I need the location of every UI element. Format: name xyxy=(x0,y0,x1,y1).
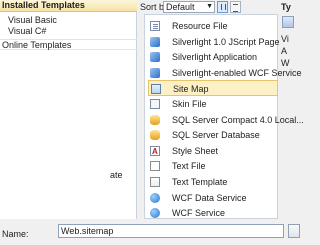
template-item-label: SQL Server Database xyxy=(172,130,260,141)
online-templates-header[interactable]: Online Templates xyxy=(0,39,137,50)
name-label: Name: xyxy=(2,229,29,239)
template-list: Resource File Silverlight 1.0 JScript Pag… xyxy=(144,14,304,221)
silverlight-icon xyxy=(150,67,160,78)
silverlight-icon xyxy=(150,36,160,47)
resource-file-icon xyxy=(150,21,160,31)
medium-icons-view-button[interactable] xyxy=(217,1,228,13)
name-input[interactable] xyxy=(58,224,284,238)
template-item[interactable]: Text File xyxy=(148,158,278,174)
template-item[interactable]: SQL Server Database xyxy=(148,127,278,143)
template-item-label: Resource File xyxy=(172,21,228,31)
database-icon xyxy=(150,130,160,141)
chevron-down-icon: ▼ xyxy=(206,3,213,10)
template-item[interactable]: Skin File xyxy=(148,96,278,112)
template-item[interactable]: Style Sheet xyxy=(148,143,278,160)
site-map-icon xyxy=(151,84,161,95)
template-item[interactable]: SQL Server Compact 4.0 Local... xyxy=(148,112,304,128)
template-preview-icon xyxy=(282,16,294,28)
toolbar: Sort by: Default ▼ xyxy=(138,0,300,14)
right-pane-text: A xyxy=(281,46,288,56)
template-item-label: Silverlight 1.0 JScript Page xyxy=(172,36,280,47)
template-item[interactable]: Text Template xyxy=(148,174,278,190)
wcf-icon xyxy=(150,192,160,203)
truncated-label: ate xyxy=(110,170,123,180)
right-pane-heading: Ty xyxy=(281,2,291,12)
template-item-label: SQL Server Compact 4.0 Local... xyxy=(172,114,304,125)
style-sheet-icon xyxy=(150,144,160,160)
template-item[interactable]: Site Map xyxy=(148,80,278,97)
tree-item-visual-csharp[interactable]: Visual C# xyxy=(8,26,46,37)
template-item[interactable]: WCF Data Service xyxy=(148,190,278,206)
template-item-label: Style Sheet xyxy=(172,145,219,156)
text-file-icon xyxy=(150,161,160,172)
template-item-label: WCF Service xyxy=(172,208,226,219)
template-tree-pane: Installed Templates Visual Basic Visual … xyxy=(0,0,137,219)
text-template-icon xyxy=(150,177,160,187)
browse-button[interactable] xyxy=(288,224,300,238)
skin-file-icon xyxy=(150,99,160,109)
template-item-label: WCF Data Service xyxy=(172,192,247,203)
template-item-label: Silverlight Application xyxy=(172,52,258,63)
sort-by-value: Default xyxy=(166,2,195,12)
template-item-label: Site Map xyxy=(173,84,209,95)
template-item[interactable]: Silverlight Application xyxy=(148,49,278,65)
installed-templates-header[interactable]: Installed Templates xyxy=(0,0,137,12)
template-item[interactable]: Resource File xyxy=(148,18,278,34)
template-item[interactable]: Silverlight-enabled WCF Service xyxy=(148,65,302,81)
list-view-button[interactable] xyxy=(230,1,241,13)
right-pane-text: Vi xyxy=(281,34,289,44)
silverlight-icon xyxy=(150,52,160,63)
template-item[interactable]: Silverlight 1.0 JScript Page xyxy=(148,34,280,50)
tree-item-visual-basic[interactable]: Visual Basic xyxy=(8,15,57,26)
template-item[interactable]: WCF Service xyxy=(148,205,278,221)
sort-by-select[interactable]: Default ▼ xyxy=(163,1,215,13)
template-item-label: Text File xyxy=(172,161,206,172)
template-item-label: Skin File xyxy=(172,99,207,109)
right-pane-text: W xyxy=(281,58,290,68)
wcf-icon xyxy=(150,208,160,219)
template-item-label: Text Template xyxy=(172,177,228,187)
database-icon xyxy=(150,114,160,125)
